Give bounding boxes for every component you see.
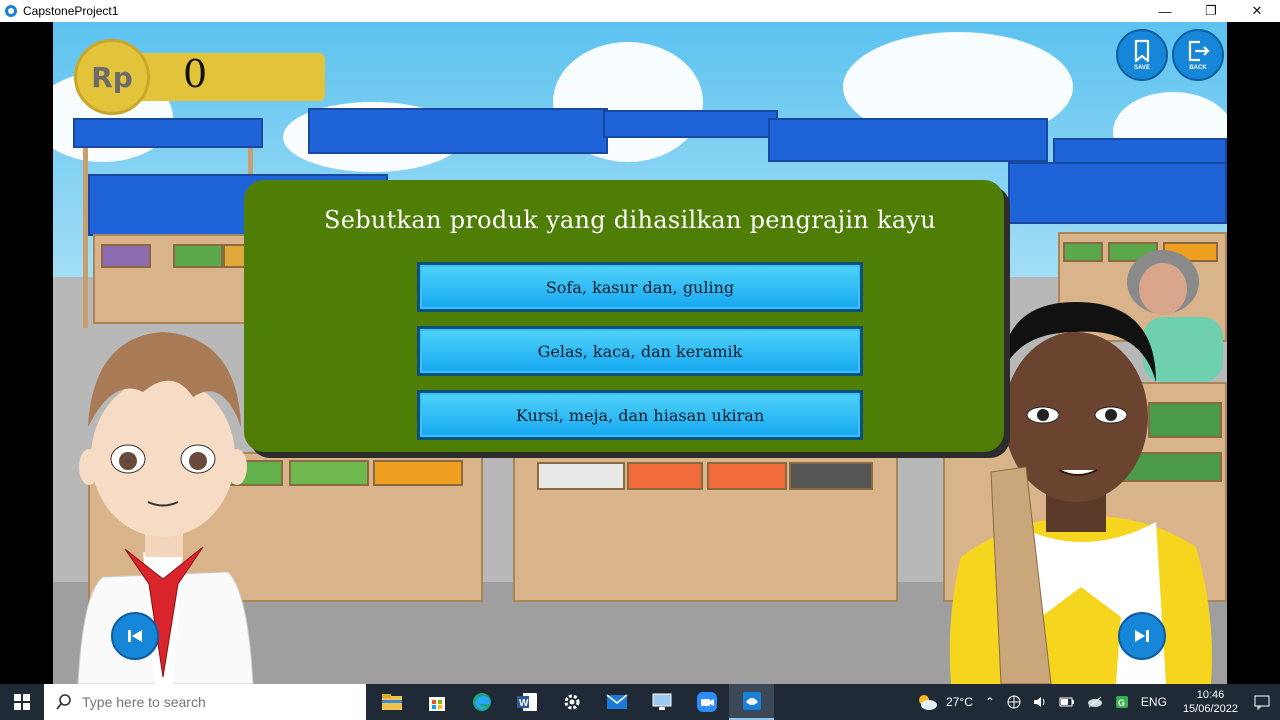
previous-button[interactable]	[111, 612, 159, 660]
taskbar-clock[interactable]: 10:46 15/06/2022	[1183, 688, 1238, 716]
start-button[interactable]	[0, 684, 44, 720]
produce-crate	[1063, 242, 1103, 262]
weather-temp: 27°C	[946, 695, 973, 709]
language-indicator[interactable]: ENG	[1141, 695, 1167, 709]
save-button[interactable]: SAVE	[1116, 29, 1168, 81]
produce-crate	[373, 460, 463, 486]
search-icon	[56, 694, 71, 710]
stall-roof	[308, 108, 608, 154]
file-explorer-icon[interactable]	[369, 684, 414, 720]
taskbar: W 27°C ⌃ G ENG	[0, 684, 1280, 720]
remote-desktop-icon[interactable]	[639, 684, 684, 720]
weather-widget[interactable]: 27°C	[916, 694, 973, 710]
window-controls: — ❐ ✕	[1142, 0, 1280, 22]
produce-crate	[537, 462, 625, 490]
battery-icon[interactable]	[1059, 697, 1075, 707]
exit-icon	[1188, 40, 1210, 62]
game-scene: Rp 0 SAVE BACK Sebutkan produk yang diha…	[53, 22, 1227, 684]
app-icon	[5, 5, 17, 17]
skip-back-icon	[128, 630, 142, 642]
mail-icon[interactable]	[594, 684, 639, 720]
windows-icon	[14, 694, 30, 710]
volume-icon[interactable]	[1033, 695, 1047, 709]
answer-button-3[interactable]: Kursi, meja, dan hiasan ukiran	[417, 390, 863, 440]
chevron-up-icon[interactable]: ⌃	[985, 695, 995, 709]
currency-symbol: Rp	[91, 60, 133, 94]
zoom-icon[interactable]	[684, 684, 729, 720]
close-button[interactable]: ✕	[1234, 0, 1280, 22]
green-app-icon[interactable]: G	[1115, 695, 1129, 709]
question-text: Sebutkan produk yang dihasilkan pengraji…	[323, 206, 937, 234]
money-value: 0	[183, 52, 208, 96]
search-input[interactable]	[82, 694, 352, 710]
back-label: BACK	[1189, 65, 1207, 71]
skip-forward-icon	[1135, 630, 1149, 642]
clock-date: 15/06/2022	[1182, 703, 1238, 715]
svg-text:G: G	[1118, 698, 1125, 708]
stall-roof	[73, 118, 263, 148]
stall-roof	[768, 118, 1048, 162]
capstone-app-icon[interactable]	[729, 684, 774, 720]
window-titlebar: CapstoneProject1 — ❐ ✕	[0, 0, 1280, 22]
minimize-button[interactable]: —	[1142, 0, 1188, 22]
stall-roof	[1008, 162, 1227, 224]
cloud-sync-icon[interactable]	[1087, 696, 1103, 708]
network-icon[interactable]	[1007, 695, 1021, 709]
produce-crate	[101, 244, 151, 268]
produce-crate	[789, 462, 873, 490]
back-button[interactable]: BACK	[1172, 29, 1224, 81]
produce-crate	[173, 244, 223, 268]
produce-crate	[707, 462, 787, 490]
notification-icon[interactable]	[1254, 694, 1270, 710]
word-icon[interactable]: W	[504, 684, 549, 720]
settings-icon[interactable]	[549, 684, 594, 720]
question-panel: Sebutkan produk yang dihasilkan pengraji…	[244, 180, 1004, 452]
produce-crate	[627, 462, 703, 490]
answer-button-1[interactable]: Sofa, kasur dan, guling	[417, 262, 863, 312]
clock-time: 10:46	[1196, 689, 1225, 701]
maximize-button[interactable]: ❐	[1188, 0, 1234, 22]
bookmark-icon	[1134, 39, 1150, 63]
taskbar-search[interactable]	[44, 684, 366, 720]
answer-button-2[interactable]: Gelas, kaca, dan keramik	[417, 326, 863, 376]
next-button[interactable]	[1118, 612, 1166, 660]
system-tray: 27°C ⌃ G ENG 10:46 15/06/2022	[910, 684, 1280, 720]
edge-icon[interactable]	[459, 684, 504, 720]
save-label: SAVE	[1134, 65, 1150, 71]
coin-icon: Rp	[74, 39, 150, 115]
boy-character	[77, 332, 254, 684]
window-title: CapstoneProject1	[23, 4, 119, 18]
weather-cloud-icon	[919, 695, 938, 710]
stall-roof	[603, 110, 778, 138]
store-icon[interactable]	[414, 684, 459, 720]
produce-crate	[289, 460, 369, 486]
svg-text:W: W	[519, 698, 529, 709]
